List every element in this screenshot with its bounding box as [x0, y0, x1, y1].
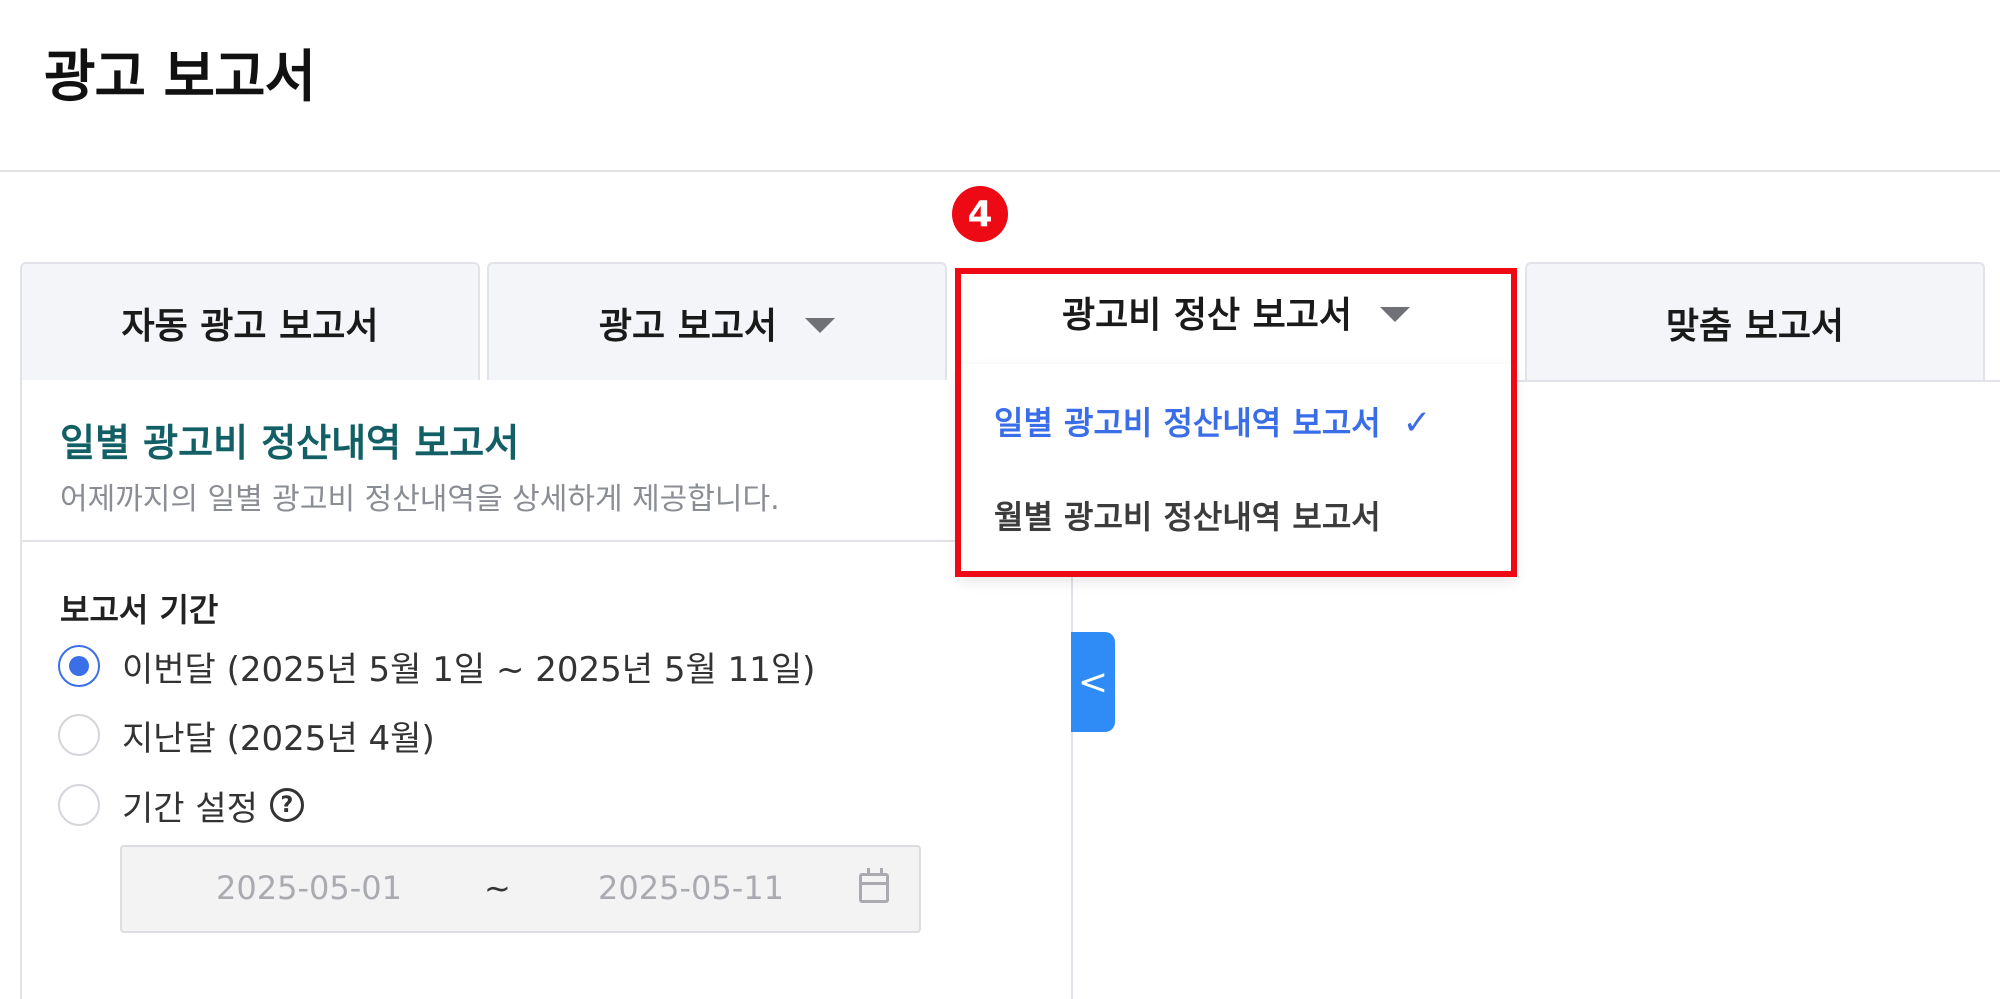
radio-checked-icon[interactable]: [58, 645, 100, 687]
tab-ad-cost-settlement-report[interactable]: 광고비 정산 보고서: [957, 260, 1515, 364]
period-option-label: 이번달 (2025년 5월 1일 ~ 2025년 5월 11일): [122, 649, 816, 690]
date-start-input[interactable]: 2025-05-01: [216, 869, 402, 907]
caret-down-icon: [805, 317, 836, 333]
tab-auto-ad-report[interactable]: 자동 광고 보고서: [20, 262, 480, 382]
check-icon: ✓: [1402, 403, 1432, 443]
radio-icon[interactable]: [58, 784, 100, 826]
period-option-label: 지난달 (2025년 4월): [122, 718, 435, 759]
period-option-last-month[interactable]: 지난달 (2025년 4월): [58, 713, 435, 759]
period-label: 보고서 기간: [60, 591, 219, 629]
page: 광고 보고서 자동 광고 보고서 광고 보고서 맞춤 보고서 일별 광고비 정산…: [0, 0, 2000, 999]
date-end-input[interactable]: 2025-05-11: [598, 869, 784, 907]
period-option-label: 기간 설정: [122, 788, 258, 829]
radio-icon[interactable]: [58, 714, 100, 756]
dropdown-item-label: 일별 광고비 정산내역 보고서: [994, 404, 1381, 442]
tab-label: 자동 광고 보고서: [121, 306, 379, 347]
period-option-this-month[interactable]: 이번달 (2025년 5월 1일 ~ 2025년 5월 11일): [58, 644, 816, 690]
dropdown-item-label: 월별 광고비 정산내역 보고서: [994, 498, 1381, 536]
dropdown-item-daily-settlement[interactable]: 일별 광고비 정산내역 보고서 ✓: [994, 398, 1431, 444]
date-range-separator: ~: [484, 869, 511, 907]
date-range-field: 2025-05-01 ~ 2025-05-11: [120, 845, 921, 933]
tab-label: 광고 보고서: [598, 306, 778, 347]
report-description: 어제까지의 일별 광고비 정산내역을 상세하게 제공합니다.: [60, 482, 780, 517]
dropdown-item-monthly-settlement[interactable]: 월별 광고비 정산내역 보고서: [994, 492, 1381, 538]
caret-down-icon: [1380, 306, 1411, 322]
page-title: 광고 보고서: [44, 45, 316, 110]
collapse-panel-button[interactable]: <: [1071, 632, 1115, 732]
header-divider: [0, 170, 2000, 172]
report-title: 일별 광고비 정산내역 보고서: [60, 421, 520, 465]
period-option-custom[interactable]: 기간 설정 ?: [58, 783, 304, 829]
calendar-icon[interactable]: [859, 868, 889, 903]
step-badge: 4: [952, 186, 1008, 242]
tab-ad-report[interactable]: 광고 보고서: [487, 262, 947, 382]
tab-label: 맞춤 보고서: [1665, 306, 1845, 347]
panel-divider: [20, 540, 1073, 542]
help-icon[interactable]: ?: [269, 788, 304, 822]
tab-label: 광고비 정산 보고서: [1061, 295, 1353, 336]
tab-custom-report[interactable]: 맞춤 보고서: [1525, 262, 1985, 382]
settlement-report-dropdown: 일별 광고비 정산내역 보고서 ✓ 월별 광고비 정산내역 보고서: [959, 364, 1514, 574]
